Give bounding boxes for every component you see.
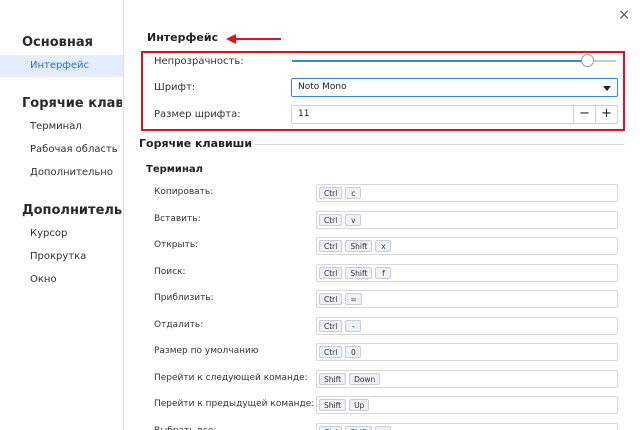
font-size-stepper[interactable]: 11 − +	[291, 105, 618, 124]
key-badge: -	[345, 320, 362, 332]
minus-icon[interactable]: −	[573, 106, 595, 123]
scrollbar[interactable]	[634, 24, 638, 424]
hotkey-label: Вставить:	[154, 214, 201, 224]
key-badge: Ctrl	[319, 293, 343, 305]
hotkey-label: Копировать:	[154, 187, 214, 197]
font-select[interactable]: Noto Mono	[291, 78, 618, 97]
sidebar-item-workspace[interactable]: Рабочая область	[0, 139, 123, 161]
hotkey-label: Поиск:	[154, 267, 186, 277]
sidebar-item-interface[interactable]: Интерфейс	[0, 55, 123, 77]
hotkey-label: Приблизить:	[154, 293, 214, 303]
key-badge: Ctrl	[319, 426, 343, 430]
key-badge: Shift	[345, 267, 373, 279]
hotkey-field[interactable]: Ctrl Shift x	[316, 237, 618, 255]
key-badge: f	[375, 267, 392, 279]
section-title-hotkeys: Горячие клавиши	[139, 137, 253, 150]
key-badge: Down	[349, 373, 381, 385]
key-badge: Ctrl	[319, 187, 343, 199]
hotkey-label: Открыть:	[154, 240, 199, 250]
subsection-title-terminal: Терминал	[146, 164, 203, 175]
key-badge: Shift	[345, 426, 373, 430]
key-badge: Shift	[345, 240, 373, 252]
key-badge: Ctrl	[319, 346, 343, 358]
font-size-value[interactable]: 11	[298, 106, 309, 123]
key-badge: v	[345, 214, 362, 226]
hotkey-label: Перейти к следующей команде:	[154, 373, 308, 383]
hotkey-field[interactable]: Ctrl -	[316, 317, 618, 335]
key-badge: Up	[349, 399, 370, 411]
settings-window: Основная Интерфейс Горячие клави... Терм…	[0, 0, 640, 430]
sidebar-item-terminal[interactable]: Терминал	[0, 116, 123, 138]
hotkey-field[interactable]: Ctrl c	[316, 184, 618, 202]
close-icon[interactable]: ×	[618, 8, 630, 22]
hotkey-label: Размер по умолчанию	[154, 346, 259, 356]
plus-icon[interactable]: +	[595, 106, 617, 123]
opacity-slider-fill	[292, 60, 587, 62]
opacity-label: Непрозрачность:	[154, 56, 244, 67]
hotkey-field[interactable]: Shift Up	[316, 396, 618, 414]
key-badge: Ctrl	[319, 267, 343, 279]
section-title-interface: Интерфейс	[147, 31, 219, 44]
sidebar-group-advanced[interactable]: Дополнитель...	[22, 203, 122, 218]
key-badge: Shift	[319, 399, 347, 411]
font-select-value: Noto Mono	[298, 82, 347, 92]
key-badge: Ctrl	[319, 240, 343, 252]
sidebar-group-hotkeys[interactable]: Горячие клави...	[22, 96, 122, 111]
hotkey-field[interactable]: Ctrl Shift f	[316, 264, 618, 282]
key-badge: Ctrl	[319, 214, 343, 226]
sidebar-item-scroll[interactable]: Прокрутка	[0, 246, 123, 268]
key-badge: Ctrl	[319, 320, 343, 332]
sidebar-item-window[interactable]: Окно	[0, 269, 123, 291]
hotkey-field[interactable]: Shift Down	[316, 370, 618, 388]
chevron-down-icon	[603, 86, 611, 91]
font-label: Шрифт:	[154, 82, 196, 93]
font-size-label: Размер шрифта:	[154, 109, 241, 120]
key-badge: =	[345, 293, 362, 305]
sidebar-item-additional[interactable]: Дополнительно	[0, 162, 123, 184]
sidebar-item-cursor[interactable]: Курсор	[0, 223, 123, 245]
section-divider	[254, 144, 624, 145]
hotkey-label: Отдалить:	[154, 320, 204, 330]
hotkey-field[interactable]: Ctrl v	[316, 211, 618, 229]
hotkey-label: Перейти к предыдущей команде:	[154, 399, 315, 409]
key-badge: c	[345, 187, 362, 199]
key-badge: x	[375, 240, 392, 252]
key-badge: a	[375, 426, 392, 430]
opacity-slider-handle[interactable]	[580, 54, 594, 67]
opacity-slider[interactable]	[292, 54, 616, 67]
sidebar-group-general[interactable]: Основная	[22, 35, 122, 50]
sidebar: Основная Интерфейс Горячие клави... Терм…	[0, 0, 124, 430]
hotkey-field[interactable]: CtrlShifta	[316, 423, 618, 430]
hotkey-label: Выбрать все:	[154, 426, 216, 430]
hotkey-field[interactable]: Ctrl =	[316, 290, 618, 308]
hotkey-field[interactable]: Ctrl 0	[316, 343, 618, 361]
annotation-arrow-icon	[226, 34, 281, 44]
key-badge: Shift	[319, 373, 347, 385]
key-badge: 0	[345, 346, 362, 358]
